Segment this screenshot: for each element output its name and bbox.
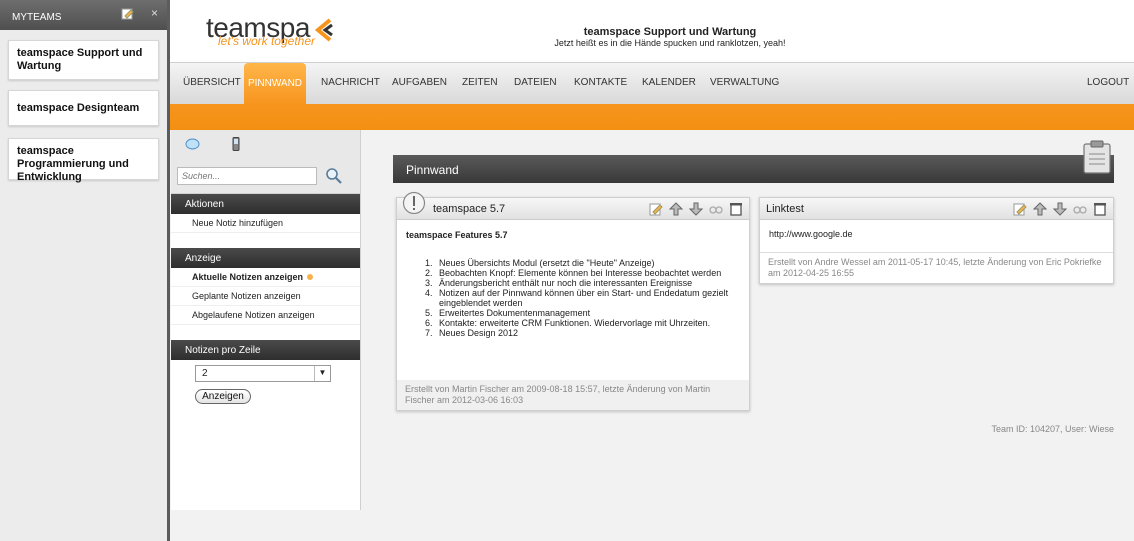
team-card-label: teamspace Programmierung und Entwicklung	[17, 145, 129, 183]
note-title: Linktest	[766, 203, 804, 215]
view-section-title: Anzeige	[171, 248, 360, 268]
nav-verwaltung[interactable]: VERWALTUNG	[710, 77, 779, 88]
team-card-support[interactable]: teamspace Support und Wartung	[8, 40, 159, 80]
note-actions	[1013, 202, 1107, 216]
current-notes-label: Aktuelle Notizen anzeigen	[192, 272, 304, 282]
list-item: 7. Neues Design 2012	[425, 328, 519, 338]
list-item: 3. Änderungsbericht enthält nur noch die …	[425, 278, 693, 288]
list-item-text: Erweitertes Dokumentenmanagement	[439, 308, 591, 318]
list-item-text: Neues Übersichts Modul (ersetzt die "Heu…	[439, 258, 655, 268]
pinnwand-title: Pinnwand	[406, 163, 459, 177]
note-footer: Erstellt von Andre Wessel am 2011-05-17 …	[760, 252, 1113, 283]
delete-icon[interactable]	[1093, 202, 1107, 216]
arrow-down-icon[interactable]	[1053, 202, 1067, 216]
note-header: Linktest	[760, 198, 1113, 220]
list-item-text: Kontakte: erweiterte CRM Funktionen. Wie…	[439, 318, 711, 328]
arrow-down-icon[interactable]	[689, 202, 703, 216]
team-info: Team ID: 104207, User: Wiese	[991, 424, 1114, 434]
per-row-section-title: Notizen pro Zeile	[171, 340, 360, 360]
arrow-up-icon[interactable]	[669, 202, 683, 216]
nav-pinnwand[interactable]: PINNWAND	[244, 63, 306, 105]
search-icon[interactable]	[325, 167, 343, 185]
list-item-text: Änderungsbericht enthält nur noch die in…	[439, 278, 693, 288]
nav-kontakte[interactable]: KONTAKTE	[574, 77, 627, 88]
delete-icon[interactable]	[729, 202, 743, 216]
current-notes-link[interactable]: Aktuelle Notizen anzeigen	[171, 268, 360, 287]
list-item-text: Neues Design 2012	[439, 328, 519, 338]
team-card-development[interactable]: teamspace Programmierung und Entwicklung	[8, 138, 159, 183]
edit-icon[interactable]	[121, 7, 134, 20]
logo-tagline: let's work together	[218, 34, 316, 48]
nav-nachricht[interactable]: NACHRICHT	[321, 77, 380, 88]
list-item-text: Notizen auf der Pinnwand können über ein…	[439, 288, 729, 308]
planned-notes-link[interactable]: Geplante Notizen anzeigen	[171, 287, 360, 306]
chevron-down-icon: ▼	[314, 366, 330, 381]
team-card-label: teamspace Designteam	[17, 102, 140, 114]
actions-section-title: Aktionen	[171, 194, 360, 214]
list-item-text: Beobachten Knopf: Elemente können bei In…	[439, 268, 722, 278]
orange-band	[170, 104, 1134, 130]
note-heading: teamspace Features 5.7	[406, 230, 508, 240]
sidebar: Aktionen Neue Notiz hinzufügen Anzeige A…	[171, 130, 361, 510]
team-card-label: teamspace Support und Wartung	[17, 47, 143, 72]
search-input[interactable]	[177, 167, 317, 185]
note-card: teamspace 5.7 teamspace Features 5.7 1. N…	[396, 191, 750, 411]
chat-icon[interactable]	[185, 138, 200, 150]
logout-link[interactable]: LOGOUT	[1087, 77, 1129, 88]
team-subtitle: Jetzt heißt es in die Hände spucken und …	[554, 38, 786, 48]
edit-icon[interactable]	[649, 202, 663, 216]
app-header: teamspa let's work together teamspace Su…	[170, 0, 1134, 62]
logo[interactable]: teamspa let's work together	[206, 12, 333, 48]
watch-icon[interactable]	[709, 202, 723, 216]
list-item: 4. Notizen auf der Pinnwand können über e…	[425, 288, 729, 308]
nav-dateien[interactable]: DATEIEN	[514, 77, 557, 88]
note-title: teamspace 5.7	[433, 203, 506, 215]
mobile-icon[interactable]	[232, 137, 240, 151]
arrow-up-icon[interactable]	[1033, 202, 1047, 216]
nav-kalender[interactable]: KALENDER	[642, 77, 696, 88]
expired-notes-link[interactable]: Abgelaufene Notizen anzeigen	[171, 306, 360, 325]
nav-uebersicht[interactable]: ÜBERSICHT	[183, 77, 241, 88]
pinnwand-header: Pinnwand	[393, 155, 1114, 183]
team-title: teamspace Support und Wartung	[583, 26, 757, 38]
watch-icon[interactable]	[1073, 202, 1087, 216]
list-item: 2. Beobachten Knopf: Elemente können bei …	[425, 268, 722, 278]
note-actions	[649, 202, 743, 216]
active-indicator	[307, 274, 314, 280]
nav-zeiten[interactable]: ZEITEN	[462, 77, 498, 88]
nav-aufgaben[interactable]: AUFGABEN	[392, 77, 447, 88]
show-button[interactable]: Anzeigen	[195, 389, 251, 404]
note-link[interactable]: http://www.google.de	[769, 229, 853, 239]
clipboard-icon	[1083, 140, 1111, 174]
teams-panel-title: MYTEAMS	[12, 12, 62, 23]
teams-panel-header: MYTEAMS ×	[0, 0, 167, 30]
exclamation-icon	[402, 191, 426, 215]
team-card-design[interactable]: teamspace Designteam	[8, 90, 159, 126]
sidebar-toolbar	[171, 130, 360, 194]
notes-per-row-value: 2	[202, 368, 208, 379]
note-card: Linktest http://www.google.de Erstellt v…	[759, 197, 1114, 284]
close-icon[interactable]: ×	[151, 6, 158, 20]
list-item: 1. Neues Übersichts Modul (ersetzt die "H…	[425, 258, 655, 268]
feature-list: 1. Neues Übersichts Modul (ersetzt die "H…	[425, 258, 739, 338]
notes-per-row-select[interactable]: 2 ▼	[195, 365, 331, 382]
teams-panel: MYTEAMS × teamspace Support und Wartung …	[0, 0, 168, 541]
new-note-link[interactable]: Neue Notiz hinzufügen	[171, 214, 360, 233]
main-nav: ÜBERSICHT PINNWAND NACHRICHT AUFGABEN ZE…	[170, 62, 1134, 105]
edit-icon[interactable]	[1013, 202, 1027, 216]
note-footer: Erstellt von Martin Fischer am 2009-08-1…	[397, 380, 749, 410]
list-item: 5. Erweitertes Dokumentenmanagement	[425, 308, 591, 318]
note-header: teamspace 5.7	[397, 191, 749, 220]
list-item: 6. Kontakte: erweiterte CRM Funktionen. W…	[425, 318, 711, 328]
